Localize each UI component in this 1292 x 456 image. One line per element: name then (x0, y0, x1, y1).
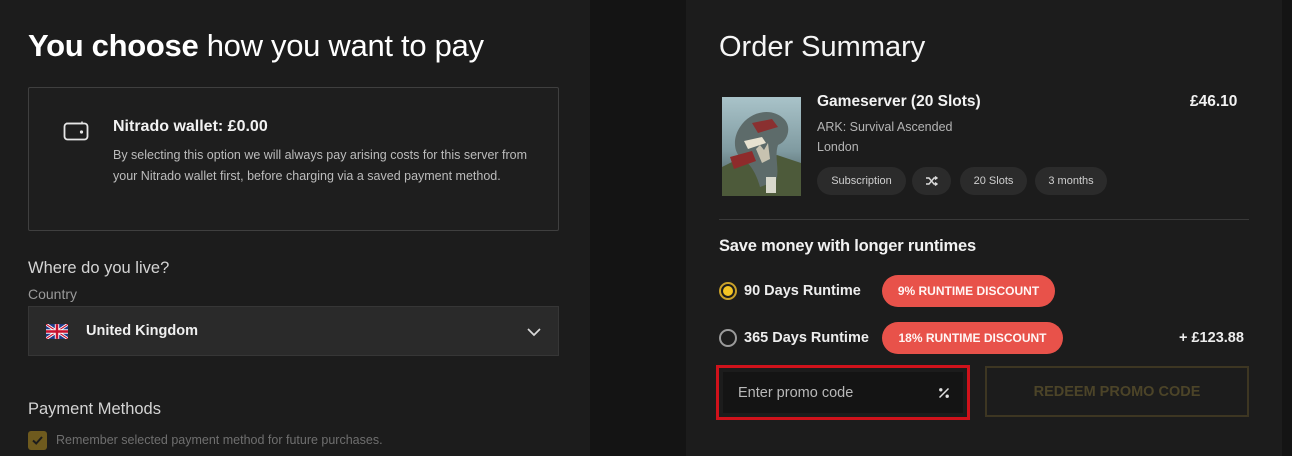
where-do-you-live-label: Where do you live? (28, 259, 170, 277)
subscription-chip: Subscription (817, 167, 906, 195)
wallet-option-card[interactable]: Nitrado wallet: £0.00 By selecting this … (28, 87, 559, 231)
runtime-365-radio[interactable] (719, 329, 737, 347)
item-location: London (817, 140, 859, 154)
payment-panel: You choose how you want to pay Nitrado w… (0, 0, 590, 456)
runtime-365-label[interactable]: 365 Days Runtime (744, 330, 869, 346)
runtime-90-radio[interactable] (719, 282, 737, 300)
chevron-down-icon (527, 328, 541, 337)
remember-payment-checkbox[interactable] (28, 431, 47, 450)
remember-payment-label: Remember selected payment method for fut… (56, 433, 383, 447)
months-chip: 3 months (1035, 167, 1107, 195)
order-summary-title: Order Summary (719, 31, 926, 63)
panel-gap (590, 0, 686, 456)
promo-code-highlight (716, 365, 970, 420)
country-select[interactable]: United Kingdom (28, 306, 559, 356)
wallet-title: Nitrado wallet: £0.00 (113, 118, 268, 135)
uk-flag-icon (46, 324, 68, 339)
runtime-90-label[interactable]: 90 Days Runtime (744, 283, 861, 299)
shuffle-chip[interactable] (912, 167, 951, 195)
redeem-promo-button[interactable]: REDEEM PROMO CODE (985, 366, 1249, 417)
wallet-icon (63, 121, 89, 141)
right-edge (1282, 0, 1292, 456)
page-title-strong: You choose (28, 28, 199, 63)
page-title-rest: how you want to pay (206, 28, 484, 63)
promo-code-input[interactable] (723, 372, 963, 413)
item-price: £46.10 (1190, 93, 1238, 110)
page-title: You choose how you want to pay (28, 28, 484, 64)
save-money-title: Save money with longer runtimes (719, 237, 976, 255)
game-cover-image (722, 97, 801, 196)
item-name: Gameserver (20 Slots) (817, 93, 981, 110)
checkmark-icon (32, 436, 43, 445)
country-label: Country (28, 286, 78, 302)
runtime-365-extra-price: + £123.88 (1179, 330, 1244, 346)
percent-icon (938, 387, 950, 399)
country-value: United Kingdom (86, 323, 198, 339)
wallet-description: By selecting this option we will always … (113, 148, 528, 183)
runtime-90-discount-badge: 9% RUNTIME DISCOUNT (882, 275, 1055, 307)
shuffle-icon (926, 175, 938, 187)
item-game: ARK: Survival Ascended (817, 120, 953, 134)
payment-methods-label: Payment Methods (28, 400, 161, 418)
slots-chip: 20 Slots (960, 167, 1027, 195)
runtime-365-discount-badge: 18% RUNTIME DISCOUNT (882, 322, 1063, 354)
summary-divider (719, 219, 1249, 220)
